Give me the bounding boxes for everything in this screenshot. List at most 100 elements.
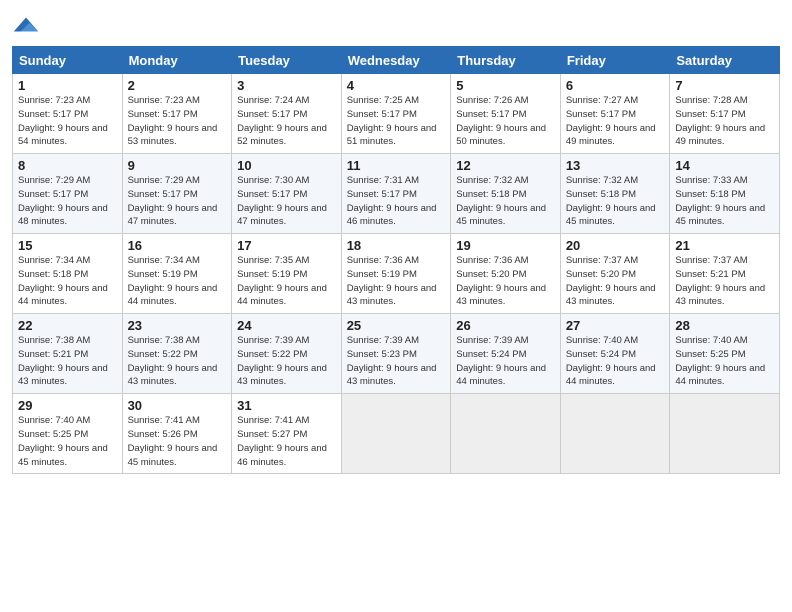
day-info: Sunrise: 7:40 AMSunset: 5:25 PMDaylight:… (18, 414, 117, 469)
table-row: 15Sunrise: 7:34 AMSunset: 5:18 PMDayligh… (13, 234, 123, 314)
day-info: Sunrise: 7:35 AMSunset: 5:19 PMDaylight:… (237, 254, 336, 309)
table-row: 14Sunrise: 7:33 AMSunset: 5:18 PMDayligh… (670, 154, 780, 234)
calendar-weekday-thursday: Thursday (451, 47, 561, 74)
day-number: 20 (566, 238, 665, 253)
day-info: Sunrise: 7:36 AMSunset: 5:19 PMDaylight:… (347, 254, 446, 309)
table-row (560, 394, 670, 474)
day-number: 25 (347, 318, 446, 333)
table-row: 6Sunrise: 7:27 AMSunset: 5:17 PMDaylight… (560, 74, 670, 154)
day-number: 7 (675, 78, 774, 93)
calendar-week-row: 8Sunrise: 7:29 AMSunset: 5:17 PMDaylight… (13, 154, 780, 234)
day-number: 2 (128, 78, 227, 93)
day-number: 9 (128, 158, 227, 173)
day-info: Sunrise: 7:27 AMSunset: 5:17 PMDaylight:… (566, 94, 665, 149)
table-row: 23Sunrise: 7:38 AMSunset: 5:22 PMDayligh… (122, 314, 232, 394)
day-info: Sunrise: 7:39 AMSunset: 5:22 PMDaylight:… (237, 334, 336, 389)
table-row: 21Sunrise: 7:37 AMSunset: 5:21 PMDayligh… (670, 234, 780, 314)
day-info: Sunrise: 7:29 AMSunset: 5:17 PMDaylight:… (18, 174, 117, 229)
day-number: 10 (237, 158, 336, 173)
table-row: 27Sunrise: 7:40 AMSunset: 5:24 PMDayligh… (560, 314, 670, 394)
table-row: 2Sunrise: 7:23 AMSunset: 5:17 PMDaylight… (122, 74, 232, 154)
day-number: 31 (237, 398, 336, 413)
table-row: 17Sunrise: 7:35 AMSunset: 5:19 PMDayligh… (232, 234, 342, 314)
day-number: 14 (675, 158, 774, 173)
table-row: 11Sunrise: 7:31 AMSunset: 5:17 PMDayligh… (341, 154, 451, 234)
day-number: 3 (237, 78, 336, 93)
day-number: 13 (566, 158, 665, 173)
day-info: Sunrise: 7:34 AMSunset: 5:19 PMDaylight:… (128, 254, 227, 309)
calendar-week-row: 22Sunrise: 7:38 AMSunset: 5:21 PMDayligh… (13, 314, 780, 394)
day-info: Sunrise: 7:37 AMSunset: 5:20 PMDaylight:… (566, 254, 665, 309)
day-number: 23 (128, 318, 227, 333)
calendar-header-row: SundayMondayTuesdayWednesdayThursdayFrid… (13, 47, 780, 74)
day-info: Sunrise: 7:39 AMSunset: 5:24 PMDaylight:… (456, 334, 555, 389)
day-number: 22 (18, 318, 117, 333)
day-number: 30 (128, 398, 227, 413)
table-row: 26Sunrise: 7:39 AMSunset: 5:24 PMDayligh… (451, 314, 561, 394)
day-number: 21 (675, 238, 774, 253)
calendar-weekday-friday: Friday (560, 47, 670, 74)
day-info: Sunrise: 7:25 AMSunset: 5:17 PMDaylight:… (347, 94, 446, 149)
day-number: 5 (456, 78, 555, 93)
header (12, 10, 780, 42)
day-number: 27 (566, 318, 665, 333)
day-info: Sunrise: 7:40 AMSunset: 5:25 PMDaylight:… (675, 334, 774, 389)
table-row: 29Sunrise: 7:40 AMSunset: 5:25 PMDayligh… (13, 394, 123, 474)
day-info: Sunrise: 7:23 AMSunset: 5:17 PMDaylight:… (18, 94, 117, 149)
table-row (670, 394, 780, 474)
day-info: Sunrise: 7:34 AMSunset: 5:18 PMDaylight:… (18, 254, 117, 309)
calendar-weekday-saturday: Saturday (670, 47, 780, 74)
table-row: 18Sunrise: 7:36 AMSunset: 5:19 PMDayligh… (341, 234, 451, 314)
logo-icon (12, 14, 40, 42)
day-info: Sunrise: 7:39 AMSunset: 5:23 PMDaylight:… (347, 334, 446, 389)
day-info: Sunrise: 7:32 AMSunset: 5:18 PMDaylight:… (456, 174, 555, 229)
day-number: 4 (347, 78, 446, 93)
table-row: 7Sunrise: 7:28 AMSunset: 5:17 PMDaylight… (670, 74, 780, 154)
table-row: 22Sunrise: 7:38 AMSunset: 5:21 PMDayligh… (13, 314, 123, 394)
day-info: Sunrise: 7:41 AMSunset: 5:27 PMDaylight:… (237, 414, 336, 469)
table-row: 28Sunrise: 7:40 AMSunset: 5:25 PMDayligh… (670, 314, 780, 394)
day-number: 8 (18, 158, 117, 173)
day-number: 17 (237, 238, 336, 253)
day-number: 1 (18, 78, 117, 93)
day-info: Sunrise: 7:28 AMSunset: 5:17 PMDaylight:… (675, 94, 774, 149)
calendar-weekday-sunday: Sunday (13, 47, 123, 74)
day-info: Sunrise: 7:38 AMSunset: 5:21 PMDaylight:… (18, 334, 117, 389)
table-row: 19Sunrise: 7:36 AMSunset: 5:20 PMDayligh… (451, 234, 561, 314)
day-info: Sunrise: 7:33 AMSunset: 5:18 PMDaylight:… (675, 174, 774, 229)
day-info: Sunrise: 7:37 AMSunset: 5:21 PMDaylight:… (675, 254, 774, 309)
calendar-week-row: 29Sunrise: 7:40 AMSunset: 5:25 PMDayligh… (13, 394, 780, 474)
day-number: 18 (347, 238, 446, 253)
table-row: 13Sunrise: 7:32 AMSunset: 5:18 PMDayligh… (560, 154, 670, 234)
table-row: 12Sunrise: 7:32 AMSunset: 5:18 PMDayligh… (451, 154, 561, 234)
day-number: 11 (347, 158, 446, 173)
day-info: Sunrise: 7:23 AMSunset: 5:17 PMDaylight:… (128, 94, 227, 149)
page: SundayMondayTuesdayWednesdayThursdayFrid… (0, 0, 792, 484)
table-row: 3Sunrise: 7:24 AMSunset: 5:17 PMDaylight… (232, 74, 342, 154)
day-info: Sunrise: 7:41 AMSunset: 5:26 PMDaylight:… (128, 414, 227, 469)
day-number: 6 (566, 78, 665, 93)
calendar-table: SundayMondayTuesdayWednesdayThursdayFrid… (12, 46, 780, 474)
day-info: Sunrise: 7:29 AMSunset: 5:17 PMDaylight:… (128, 174, 227, 229)
day-number: 12 (456, 158, 555, 173)
day-info: Sunrise: 7:31 AMSunset: 5:17 PMDaylight:… (347, 174, 446, 229)
calendar-weekday-tuesday: Tuesday (232, 47, 342, 74)
day-info: Sunrise: 7:24 AMSunset: 5:17 PMDaylight:… (237, 94, 336, 149)
day-info: Sunrise: 7:32 AMSunset: 5:18 PMDaylight:… (566, 174, 665, 229)
day-number: 28 (675, 318, 774, 333)
table-row: 1Sunrise: 7:23 AMSunset: 5:17 PMDaylight… (13, 74, 123, 154)
table-row: 24Sunrise: 7:39 AMSunset: 5:22 PMDayligh… (232, 314, 342, 394)
day-number: 26 (456, 318, 555, 333)
table-row: 25Sunrise: 7:39 AMSunset: 5:23 PMDayligh… (341, 314, 451, 394)
calendar-weekday-wednesday: Wednesday (341, 47, 451, 74)
day-number: 15 (18, 238, 117, 253)
table-row: 30Sunrise: 7:41 AMSunset: 5:26 PMDayligh… (122, 394, 232, 474)
table-row: 5Sunrise: 7:26 AMSunset: 5:17 PMDaylight… (451, 74, 561, 154)
day-info: Sunrise: 7:38 AMSunset: 5:22 PMDaylight:… (128, 334, 227, 389)
day-info: Sunrise: 7:40 AMSunset: 5:24 PMDaylight:… (566, 334, 665, 389)
day-number: 16 (128, 238, 227, 253)
table-row: 31Sunrise: 7:41 AMSunset: 5:27 PMDayligh… (232, 394, 342, 474)
calendar-weekday-monday: Monday (122, 47, 232, 74)
calendar-week-row: 1Sunrise: 7:23 AMSunset: 5:17 PMDaylight… (13, 74, 780, 154)
table-row (451, 394, 561, 474)
